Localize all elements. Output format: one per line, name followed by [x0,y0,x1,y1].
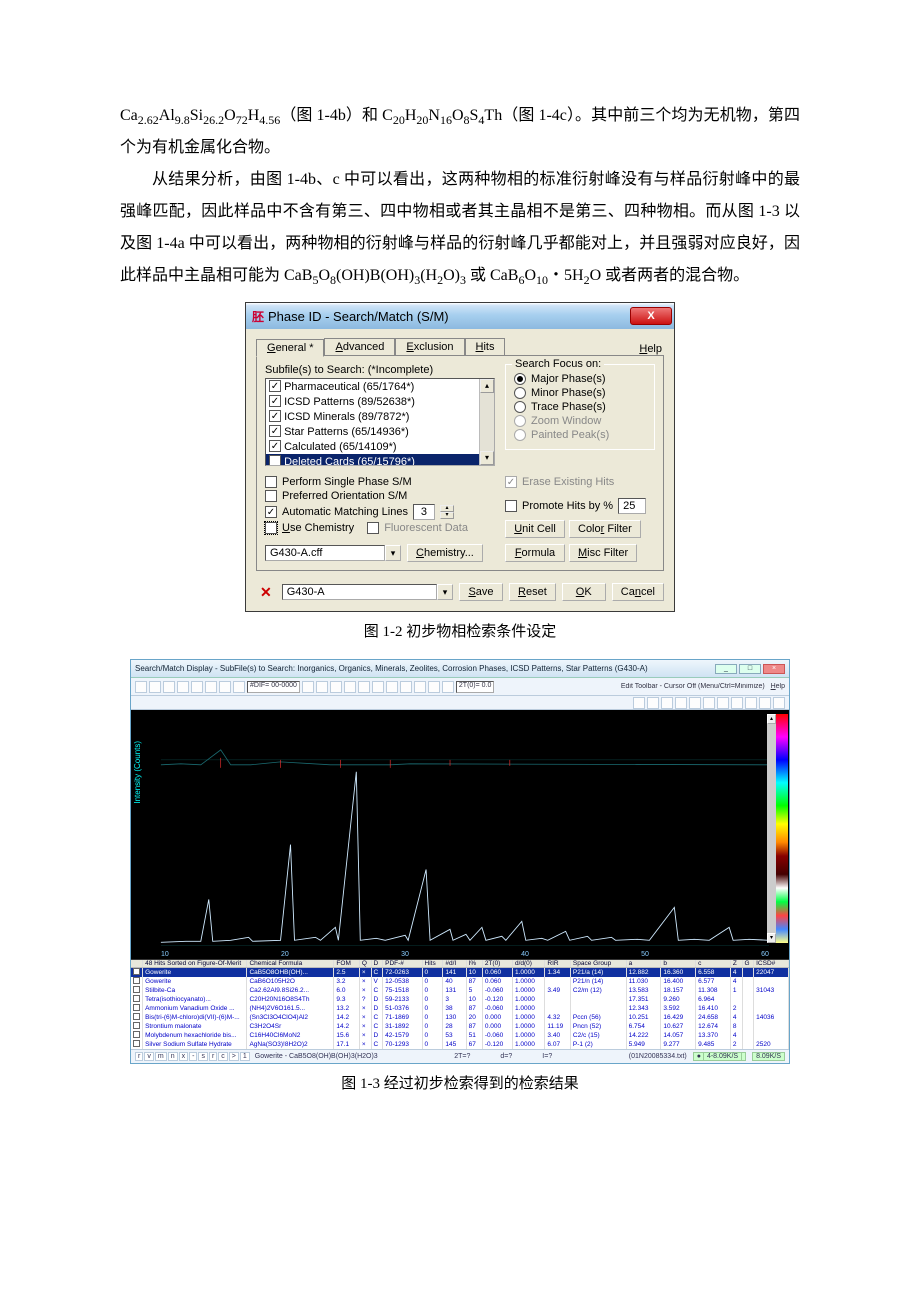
help-link[interactable]: Help [639,343,664,355]
radio-trace[interactable] [514,401,526,413]
clear-icon[interactable]: ✕ [256,584,276,601]
status-tabs[interactable]: rvmnx-src> 1 Gowerite - CaB5O8(OH)B(OH)3… [135,1052,378,1061]
subfiles-label: Subfile(s) to Search: (*Incomplete) [265,364,495,376]
misc-filter-button[interactable]: Misc Filter [569,544,637,562]
hits-table[interactable]: 48 Hits Sorted on Figure-Of-Merit Chemic… [131,960,789,1049]
promote-value[interactable]: 25 [618,498,646,514]
status-file: (01N20085334.txt) [629,1053,687,1060]
spin-down-icon[interactable]: ▾ [440,512,454,519]
table-row[interactable]: Silver Sodium Sulfate HydrateAgNa(SO3)!8… [131,1040,789,1049]
table-row[interactable]: Bis(tri-(6)M-chloro)di(VII)-(6)M-...(Sn3… [131,1013,789,1022]
table-row[interactable]: Ammonium Vanadium Oxide ...(NH4)2V6O161.… [131,1004,789,1013]
sample-combo[interactable]: G430-A ▾ [282,584,453,600]
chk-preferred-orient[interactable] [265,490,277,502]
search-focus-legend: Search Focus on: [512,358,604,370]
auto-matching-value[interactable]: 3 [413,504,435,520]
cff-combo[interactable]: G430-A.cff ▾ [265,545,401,561]
tab-general[interactable]: General * [256,339,324,357]
reset-button[interactable]: Reset [509,583,556,601]
save-button[interactable]: Save [459,583,503,601]
help-link[interactable]: Help [771,683,785,690]
diffraction-plot[interactable]: Intensity (Counts) [131,710,789,960]
chk-fluorescent [367,522,379,534]
maximize-icon[interactable]: □ [739,664,761,674]
table-row[interactable]: Stilbite-CaCa2.62Al9.8Si26.2...6.0×C75-1… [131,986,789,995]
table-row[interactable]: Tetra(isothiocyanato)...C20H20N16O8S4Th9… [131,995,789,1004]
toolbar-right-2[interactable] [633,697,785,709]
search-focus-group: Search Focus on: Major Phase(s) Minor Ph… [505,364,655,450]
phase-id-dialog: 胚 Phase ID - Search/Match (S/M) X Genera… [245,302,675,612]
subfiles-listbox[interactable]: Pharmaceutical (65/1764*) ICSD Patterns … [265,378,495,466]
status-center: 2T=? d=? I=? [454,1053,552,1060]
minimize-icon[interactable]: _ [715,664,737,674]
table-row[interactable]: GoweriteCaB5O8OHB(OH)...2.5×C72-02630141… [131,968,789,978]
chk-promote-hits[interactable] [505,500,517,512]
formula-button[interactable]: Formula [505,544,565,562]
color-filter-button[interactable]: Color Filter [569,520,641,538]
spin-up-icon[interactable]: ▴ [440,505,454,512]
tab-hits[interactable]: Hits [465,338,506,356]
cancel-button[interactable]: Cancel [612,583,664,601]
table-row[interactable]: GoweriteCaB6O105H2O3.2×V12-0538040870.06… [131,977,789,986]
tab-strip: General * Advanced Exclusion Hits [256,337,505,355]
figure-1-3-caption: 图 1-3 经过初步检索得到的检索结果 [120,1072,800,1093]
chk-single-phase[interactable] [265,476,277,488]
radio-painted [514,429,526,441]
table-row[interactable]: Strontium malonateC3H2O4Sr14.2×C31-18920… [131,1022,789,1031]
dialog-title: Phase ID - Search/Match (S/M) [268,309,630,324]
plot-scrollbar[interactable]: ▴ ▾ [767,714,776,943]
chevron-down-icon[interactable]: ▾ [437,584,453,600]
figure-1-2-caption: 图 1-2 初步物相检索条件设定 [120,620,800,641]
ok-button[interactable]: OK [562,583,606,601]
close-icon[interactable]: X [630,307,672,325]
toolbar-status: Edit Toolbar - Cursor Off (Menu/Ctrl=Min… [621,683,765,690]
app-icon: 胚 [252,308,264,325]
radio-major[interactable] [514,373,526,385]
radio-minor[interactable] [514,387,526,399]
status-formula: Gowerite - CaB5O8(OH)B(OH)3(H2O)3 [255,1053,378,1060]
chk-auto-matching[interactable] [265,506,277,518]
chemistry-button[interactable]: Chemistry... [407,544,483,562]
colorbar [776,714,788,943]
toolbar-left[interactable]: #DIF= 00-0000 2T(0)= 0.0 [135,681,494,693]
scroll-down-icon[interactable]: ▾ [480,451,494,465]
chevron-down-icon[interactable]: ▾ [385,545,401,561]
table-row[interactable]: Molybdenum hexachloride bis...C16H40Cl6M… [131,1031,789,1040]
radio-zoom [514,415,526,427]
scroll-up-icon[interactable]: ▴ [480,379,494,393]
status-coords: ● 4-8.09K/S 8.09K/S [693,1052,785,1061]
paragraph-2: 从结果分析，由图 1-4b、c 中可以看出，这两种物相的标准衍射峰没有与样品衍射… [120,164,800,292]
close-icon[interactable]: × [763,664,785,674]
chk-erase-existing [505,476,517,488]
tab-advanced[interactable]: Advanced [324,338,395,356]
paragraph-1: Ca2.62Al9.8Si26.2O72H4.56（图 1-4b）和 C20H2… [120,100,800,164]
search-match-window: Search/Match Display - SubFile(s) to Sea… [130,659,790,1064]
tab-exclusion[interactable]: Exclusion [395,338,464,356]
window-title: Search/Match Display - SubFile(s) to Sea… [135,664,648,673]
chk-use-chemistry[interactable] [265,522,277,534]
unit-cell-button[interactable]: Unit Cell [505,520,565,538]
